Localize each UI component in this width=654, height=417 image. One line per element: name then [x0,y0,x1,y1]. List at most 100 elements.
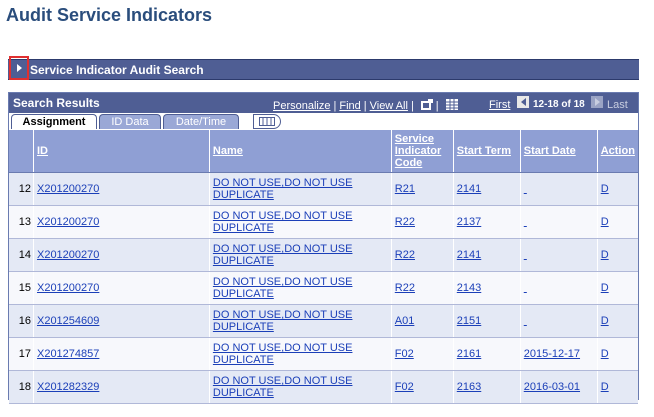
term-link[interactable]: 2141 [457,249,481,261]
grid-links: Personalize | Find | View All | | [273,99,458,112]
date-link[interactable] [524,282,527,294]
name-cell: DO NOT USE,DO NOT USE DUPLICATE [209,337,392,371]
date-link[interactable]: 2015-12-17 [524,348,580,360]
id-link[interactable]: X201200270 [37,183,99,195]
code-link[interactable]: R21 [395,183,415,195]
find-link[interactable]: Find [339,100,360,112]
personalize-link[interactable]: Personalize [273,100,330,112]
action-cell: D [597,271,638,305]
name-line: DO NOT USE,DO NOT USE [212,210,353,222]
name-line: DUPLICATE [212,354,274,366]
date-link[interactable] [524,249,527,261]
tab-date-time[interactable]: Date/Time [163,114,239,129]
action-link[interactable]: D [601,381,609,393]
name-line: DUPLICATE [212,288,274,300]
tab-assignment[interactable]: Assignment [11,114,97,129]
action-header[interactable]: Action [597,130,638,173]
action-link[interactable]: D [601,315,609,327]
download-grid-icon[interactable] [445,99,458,110]
grid-header: Search Results Personalize | Find | View All… [9,93,638,113]
grid-tabs: Assignment ID Data Date/Time [9,113,638,130]
start-date-column-sort[interactable]: Start Date [524,145,576,157]
term-link[interactable]: 2141 [457,183,481,195]
date-cell: 2015-12-17 [520,337,598,371]
section-label[interactable]: Service Indicator Audit Search [30,63,204,77]
id-link[interactable]: X201282329 [37,381,99,393]
name-cell: DO NOT USE,DO NOT USE DUPLICATE [209,238,392,272]
id-link[interactable]: X201254609 [37,315,99,327]
term-link[interactable]: 2163 [457,381,481,393]
name-line: DUPLICATE [212,387,274,399]
term-cell: 2163 [453,370,521,404]
id-link[interactable]: X201200270 [37,282,99,294]
start-date-header[interactable]: Start Date [520,130,598,173]
action-link[interactable]: D [601,282,609,294]
code-cell: F02 [391,370,454,404]
date-link[interactable] [524,183,527,195]
name-link[interactable]: DO NOT USE,DO NOT USE DUPLICATE [213,342,388,366]
code-column-sort[interactable]: Service Indicator Code [395,133,441,169]
date-link[interactable]: 2016-03-01 [524,381,580,393]
term-cell: 2141 [453,172,521,206]
row-number-header [9,130,34,173]
row-number: 12 [9,172,34,206]
table-row: 14 X201200270 DO NOT USE,DO NOT USE DUPLI… [9,238,638,272]
date-cell [520,172,598,206]
name-link[interactable]: DO NOT USE,DO NOT USE DUPLICATE [213,177,388,201]
expand-section-button[interactable] [9,56,29,80]
code-link[interactable]: F02 [395,381,414,393]
code-link[interactable]: R22 [395,216,415,228]
date-link[interactable] [524,216,527,228]
code-link[interactable]: A01 [395,315,415,327]
code-link[interactable]: R22 [395,249,415,261]
action-link[interactable]: D [601,216,609,228]
name-column-sort[interactable]: Name [213,145,243,157]
id-link[interactable]: X201200270 [37,216,99,228]
term-link[interactable]: 2143 [457,282,481,294]
name-line: DUPLICATE [212,222,274,234]
term-link[interactable]: 2151 [457,315,481,327]
table-row: 13 X201200270 DO NOT USE,DO NOT USE DUPLI… [9,205,638,239]
view-all-link[interactable]: View All [370,100,408,112]
date-cell [520,205,598,239]
term-link[interactable]: 2161 [457,348,481,360]
id-header[interactable]: ID [33,130,210,173]
id-link[interactable]: X201200270 [37,249,99,261]
id-link[interactable]: X201274857 [37,348,99,360]
name-link[interactable]: DO NOT USE,DO NOT USE DUPLICATE [213,210,388,234]
zoom-icon[interactable] [420,99,433,110]
code-link[interactable]: F02 [395,348,414,360]
name-line: DO NOT USE,DO NOT USE [212,375,353,387]
table-row: 18 X201282329 DO NOT USE,DO NOT USE DUPLI… [9,370,638,404]
name-header[interactable]: Name [209,130,392,173]
arrow-right-icon [594,98,600,106]
id-column-sort[interactable]: ID [37,145,48,157]
show-all-columns-icon [259,117,275,126]
row-number: 16 [9,304,34,338]
action-cell: D [597,205,638,239]
start-term-header[interactable]: Start Term [453,130,521,173]
action-column-sort[interactable]: Action [601,145,635,157]
code-header[interactable]: Service Indicator Code [391,130,454,173]
code-link[interactable]: R22 [395,282,415,294]
first-link[interactable]: First [489,99,510,111]
name-link[interactable]: DO NOT USE,DO NOT USE DUPLICATE [213,375,388,399]
show-all-columns-tab[interactable] [253,114,281,129]
name-link[interactable]: DO NOT USE,DO NOT USE DUPLICATE [213,309,388,333]
name-line: DUPLICATE [212,255,274,267]
action-cell: D [597,238,638,272]
name-cell: DO NOT USE,DO NOT USE DUPLICATE [209,271,392,305]
previous-page-button[interactable] [517,96,529,108]
date-link[interactable] [524,315,527,327]
action-link[interactable]: D [601,183,609,195]
action-link[interactable]: D [601,348,609,360]
name-line: DO NOT USE,DO NOT USE [212,342,353,354]
action-link[interactable]: D [601,249,609,261]
name-link[interactable]: DO NOT USE,DO NOT USE DUPLICATE [213,276,388,300]
name-link[interactable]: DO NOT USE,DO NOT USE DUPLICATE [213,243,388,267]
start-term-column-sort[interactable]: Start Term [457,145,511,157]
tab-id-data[interactable]: ID Data [99,114,161,129]
term-cell: 2161 [453,337,521,371]
term-link[interactable]: 2137 [457,216,481,228]
name-line: DO NOT USE,DO NOT USE [212,309,353,321]
